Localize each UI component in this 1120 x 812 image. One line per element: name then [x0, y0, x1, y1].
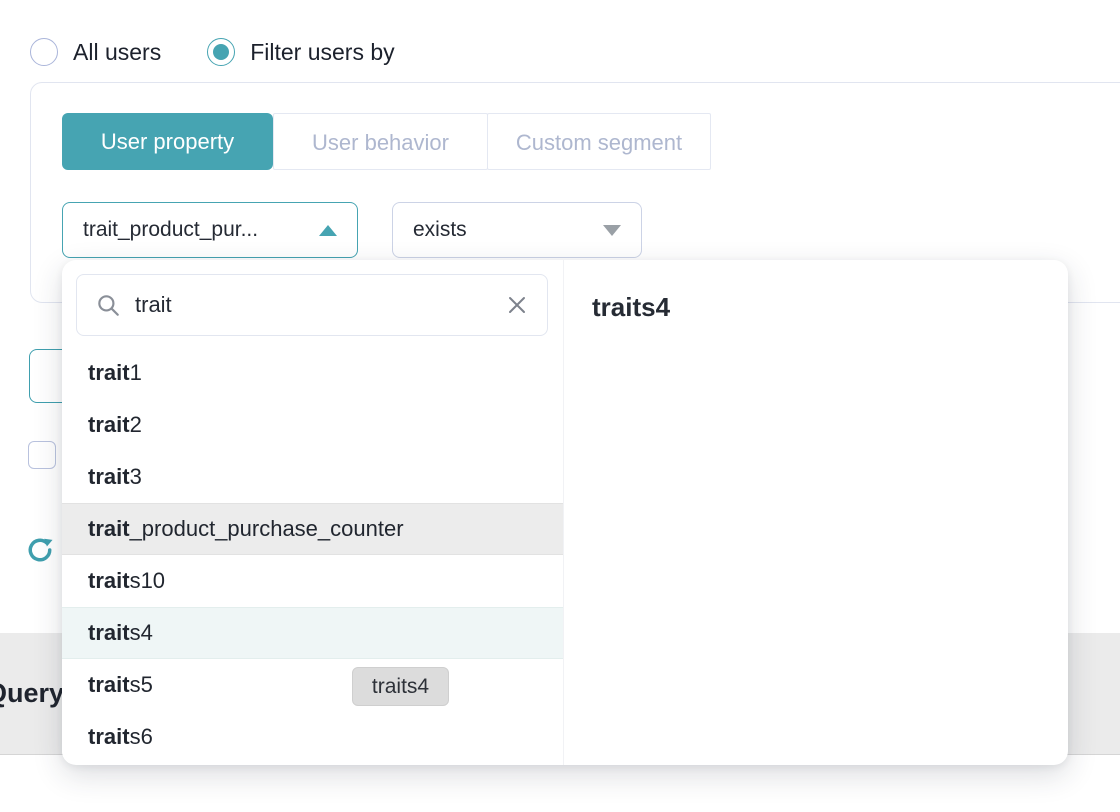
property-search-input[interactable]: [135, 292, 491, 318]
query-section-title: Query: [0, 678, 64, 709]
property-search-box: [76, 274, 548, 336]
search-icon: [95, 292, 121, 318]
operator-select-value: exists: [413, 218, 467, 242]
tab-user-property[interactable]: User property: [62, 113, 273, 170]
property-dropdown-list-pane: trait1 trait2 trait3 trait_product_purch…: [62, 260, 563, 765]
list-item[interactable]: trait1: [62, 347, 563, 399]
radio-filter-users-by[interactable]: Filter users by: [207, 38, 394, 66]
radio-unselected-icon[interactable]: [30, 38, 58, 66]
property-option-list: trait1 trait2 trait3 trait_product_purch…: [62, 347, 563, 763]
property-dropdown: trait1 trait2 trait3 trait_product_purch…: [62, 260, 1068, 765]
tab-user-behavior[interactable]: User behavior: [273, 113, 488, 170]
operator-select[interactable]: exists: [392, 202, 642, 258]
radio-all-users-label: All users: [73, 39, 161, 66]
list-item[interactable]: traits4: [62, 607, 563, 659]
property-detail-pane: traits4: [563, 260, 1068, 765]
list-item[interactable]: trait_product_purchase_counter: [62, 503, 563, 555]
hover-tooltip: traits4: [352, 667, 449, 706]
list-item[interactable]: trait2: [62, 399, 563, 451]
chevron-down-icon: [603, 225, 621, 236]
radio-selected-icon[interactable]: [207, 38, 235, 66]
chevron-up-icon: [319, 225, 337, 236]
refresh-icon[interactable]: [24, 534, 56, 566]
radio-filter-users-by-label: Filter users by: [250, 39, 394, 66]
list-item[interactable]: traits6: [62, 711, 563, 763]
list-item[interactable]: traits10: [62, 555, 563, 607]
property-select[interactable]: trait_product_pur...: [62, 202, 358, 258]
radio-all-users[interactable]: All users: [30, 38, 161, 66]
tab-custom-segment[interactable]: Custom segment: [487, 113, 711, 170]
filter-users-screen: All users Filter users by User property …: [0, 0, 1120, 812]
filter-type-tabs: User property User behavior Custom segme…: [62, 113, 711, 170]
list-item[interactable]: trait3: [62, 451, 563, 503]
list-item[interactable]: traits5: [62, 659, 563, 711]
property-detail-title: traits4: [592, 292, 1068, 323]
user-scope-radios: All users Filter users by: [30, 38, 395, 66]
property-select-value: trait_product_pur...: [83, 218, 258, 242]
checkbox[interactable]: [28, 441, 56, 469]
clear-search-icon[interactable]: [505, 293, 529, 317]
